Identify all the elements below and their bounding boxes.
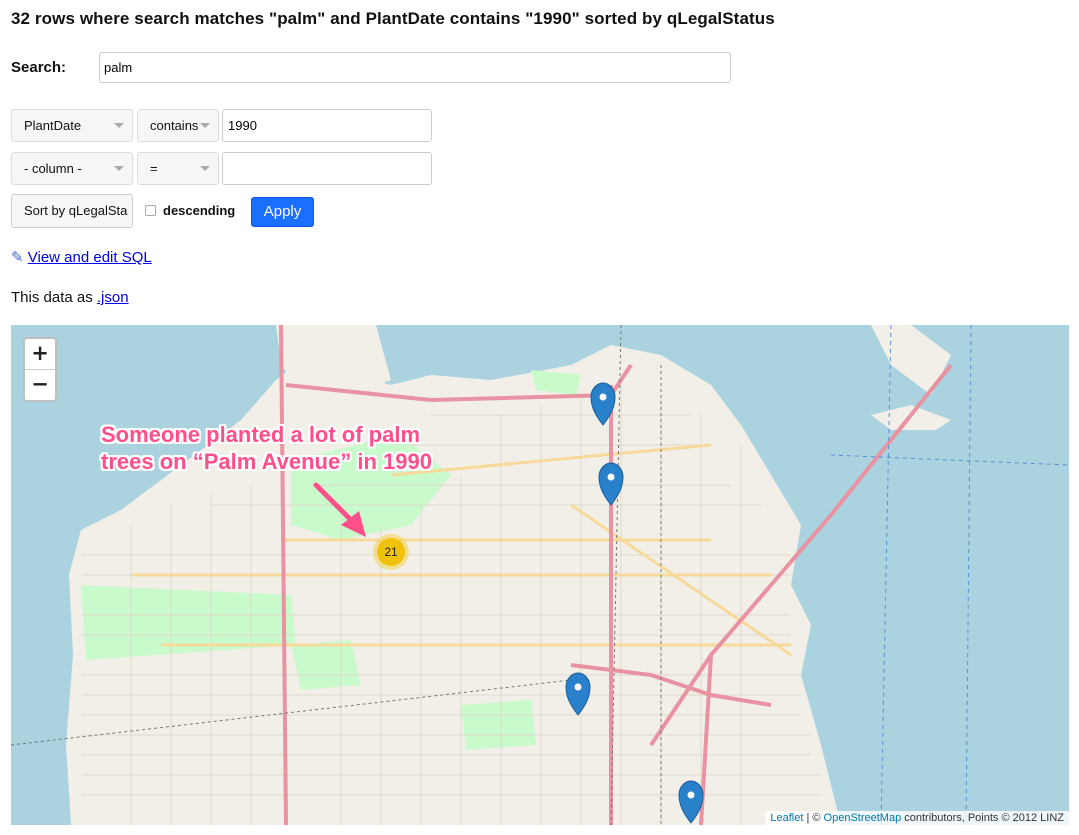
cluster-count: 21 [377, 538, 405, 566]
zoom-in-button[interactable]: + [25, 339, 55, 369]
sql-link-row: ✎ View and edit SQL [11, 248, 152, 266]
apply-button[interactable]: Apply [251, 197, 314, 227]
filter-2-value-input[interactable] [222, 152, 432, 185]
marker-cluster[interactable]: 21 [373, 534, 409, 570]
attribution-separator: | © [803, 812, 824, 824]
chevron-down-icon [200, 166, 210, 171]
osm-link[interactable]: OpenStreetMap [824, 812, 902, 824]
attribution-text: contributors, Points © 2012 LINZ [901, 812, 1064, 824]
map-tiles [11, 325, 1069, 825]
filter-2-column-select[interactable]: - column - [11, 152, 133, 185]
filter-2-column-value: - column - [24, 161, 82, 176]
filter-2-operator-select[interactable]: = [137, 152, 219, 185]
view-edit-sql-link[interactable]: View and edit SQL [28, 249, 152, 266]
pencil-icon: ✎ [11, 249, 24, 266]
map-attribution: Leaflet | © OpenStreetMap contributors, … [765, 811, 1069, 825]
filter-1-column-value: PlantDate [24, 118, 82, 133]
leaflet-link[interactable]: Leaflet [770, 812, 803, 824]
json-line: This data as .json [11, 289, 129, 306]
descending-label: descending [163, 203, 236, 218]
chevron-down-icon [114, 123, 124, 128]
filter-1-value-input[interactable] [222, 109, 432, 142]
filter-1-column-select[interactable]: PlantDate [11, 109, 133, 142]
search-input[interactable] [99, 52, 731, 83]
zoom-out-button[interactable]: − [25, 369, 55, 400]
filter-1-operator-value: contains [150, 118, 199, 133]
map[interactable]: + − Someone planted a lot of palm trees … [11, 325, 1069, 825]
json-prefix: This data as [11, 289, 97, 306]
chevron-down-icon [114, 166, 124, 171]
filter-1-operator-select[interactable]: contains [137, 109, 219, 142]
filter-2-operator-value: = [150, 161, 158, 176]
map-annotation: Someone planted a lot of palm trees on “… [101, 421, 432, 475]
page-title: 32 rows where search matches "palm" and … [11, 9, 775, 28]
annotation-line-1: Someone planted a lot of palm [101, 422, 421, 447]
zoom-control: + − [23, 337, 57, 402]
json-link[interactable]: .json [97, 289, 129, 306]
annotation-line-2: trees on “Palm Avenue” in 1990 [101, 449, 432, 474]
chevron-down-icon [200, 123, 210, 128]
descending-checkbox[interactable] [145, 205, 156, 216]
sort-select[interactable]: Sort by qLegalSta [11, 194, 133, 228]
search-label: Search: [11, 59, 67, 76]
